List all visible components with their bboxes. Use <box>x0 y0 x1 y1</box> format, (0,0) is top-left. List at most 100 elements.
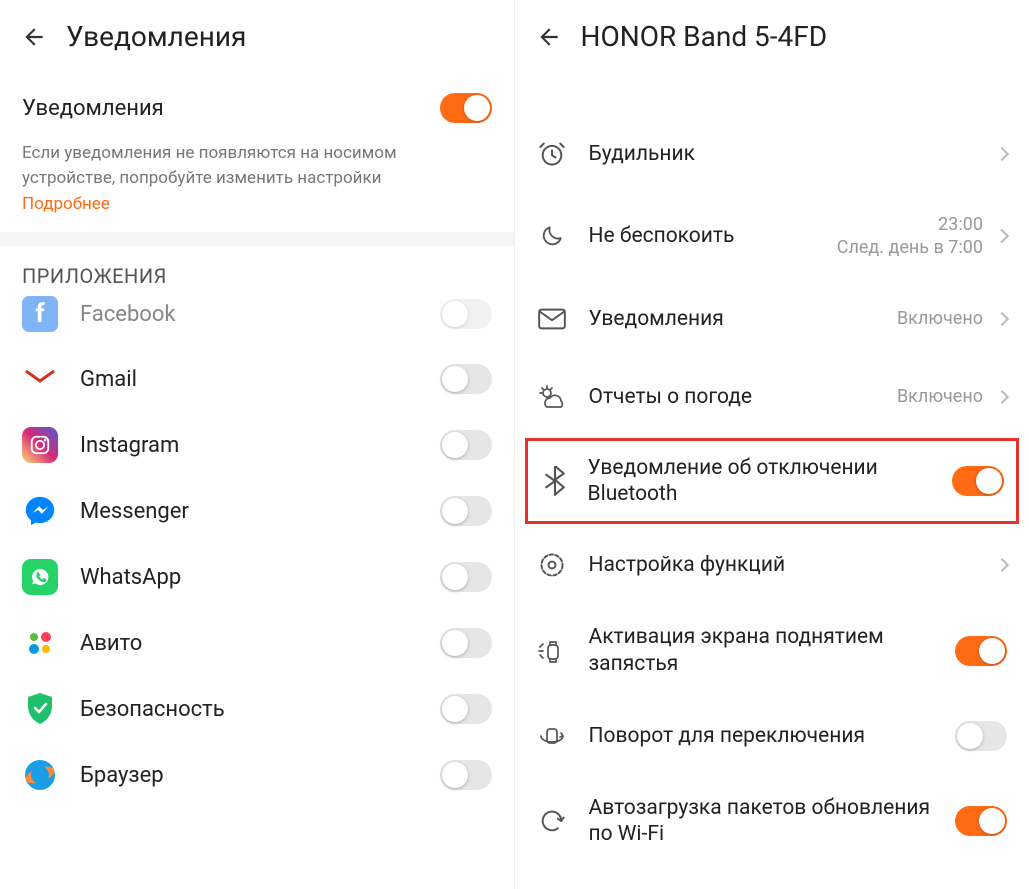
setting-value: Включено <box>897 307 983 330</box>
app-toggle[interactable] <box>440 628 492 658</box>
app-toggle[interactable] <box>440 496 492 526</box>
messenger-icon <box>22 493 58 529</box>
setting-toggle[interactable] <box>955 806 1007 836</box>
moon-icon-wrap <box>537 221 567 251</box>
gear-icon-wrap <box>537 550 567 580</box>
setting-row-refresh[interactable]: Автозагрузка пакетов обновления по Wi-Fi <box>515 775 1029 868</box>
notifications-toggle[interactable] <box>440 93 492 123</box>
app-label: Авито <box>80 631 440 656</box>
app-row-security[interactable]: Безопасность <box>0 676 514 742</box>
device-panel: HONOR Band 5-4FD Будильник Не беспокоить2… <box>515 0 1029 889</box>
setting-toggle[interactable] <box>955 721 1007 751</box>
setting-text: Будильник <box>589 141 990 167</box>
app-row-whatsapp[interactable]: WhatsApp <box>0 544 514 610</box>
app-toggle[interactable] <box>440 364 492 394</box>
help-block: Если уведомления не появляются на носимо… <box>0 141 514 232</box>
setting-label: Автозагрузка пакетов обновления по Wi-Fi <box>589 795 956 848</box>
app-row-facebook[interactable]: f Facebook <box>0 296 514 346</box>
setting-label: Активация экрана поднятием запястья <box>589 624 956 677</box>
setting-row-moon[interactable]: Не беспокоить23:00След. день в 7:00 <box>515 193 1029 280</box>
setting-text: Отчеты о погоде <box>589 384 897 410</box>
setting-value: Включено <box>897 385 983 408</box>
app-row-avito[interactable]: Авито <box>0 610 514 676</box>
security-icon <box>22 691 58 727</box>
help-text: Если уведомления не появляются на носимо… <box>22 141 492 190</box>
app-row-browser[interactable]: Браузер <box>0 742 514 808</box>
app-row-gmail[interactable]: Gmail <box>0 346 514 412</box>
section-divider <box>0 232 514 246</box>
app-label: Браузер <box>80 763 440 788</box>
back-button[interactable] <box>535 23 563 51</box>
setting-label: Уведомление об отключении Bluetooth <box>588 455 953 508</box>
setting-toggle[interactable] <box>955 636 1007 666</box>
setting-row-mail[interactable]: УведомленияВключено <box>515 280 1029 358</box>
setting-text: Активация экрана поднятием запястья <box>589 624 956 677</box>
setting-text: Настройка функций <box>589 552 990 578</box>
app-row-messenger[interactable]: Messenger <box>0 478 514 544</box>
wrist-icon-wrap <box>537 636 567 666</box>
mail-icon-wrap <box>537 304 567 334</box>
setting-label: Настройка функций <box>589 552 990 578</box>
moon-icon <box>539 223 565 249</box>
setting-label: Не беспокоить <box>589 223 837 249</box>
setting-row-weather[interactable]: Отчеты о погодеВключено <box>515 358 1029 436</box>
browser-icon <box>22 757 58 793</box>
notifications-toggle-row[interactable]: Уведомления <box>0 75 514 141</box>
setting-label: Будильник <box>589 141 990 167</box>
chevron-right-icon <box>995 147 1009 161</box>
app-toggle[interactable] <box>440 299 492 329</box>
app-toggle[interactable] <box>440 694 492 724</box>
apps-list: f Facebook Gmail Instagram Messenger WhatsApp… <box>0 296 514 808</box>
setting-text: Поворот для переключения <box>589 723 956 749</box>
app-toggle[interactable] <box>440 430 492 460</box>
setting-toggle[interactable] <box>952 466 1004 496</box>
setting-row-rotate[interactable]: Поворот для переключения <box>515 697 1029 775</box>
app-toggle[interactable] <box>440 760 492 790</box>
gear-icon <box>538 551 566 579</box>
whatsapp-icon <box>22 559 58 595</box>
setting-row-gear[interactable]: Настройка функций <box>515 526 1029 604</box>
app-label: WhatsApp <box>80 565 440 590</box>
app-row-instagram[interactable]: Instagram <box>0 412 514 478</box>
refresh-icon <box>538 807 566 835</box>
setting-value: 23:00След. день в 7:00 <box>837 213 983 260</box>
setting-label: Отчеты о погоде <box>589 384 897 410</box>
app-label: Facebook <box>80 302 440 327</box>
app-toggle[interactable] <box>440 562 492 592</box>
rotate-wrist-icon <box>537 723 567 749</box>
weather-icon-wrap <box>537 382 567 412</box>
help-link[interactable]: Подробнее <box>22 194 110 214</box>
alarm-icon <box>538 140 566 168</box>
mail-icon <box>538 308 566 330</box>
chevron-right-icon <box>995 558 1009 572</box>
gmail-icon <box>22 361 58 397</box>
instagram-icon <box>22 427 58 463</box>
header-left: Уведомления <box>0 0 514 75</box>
facebook-icon: f <box>22 296 58 332</box>
avito-icon <box>22 625 58 661</box>
alarm-icon-wrap <box>537 139 567 169</box>
chevron-right-icon <box>995 229 1009 243</box>
setting-row-bluetooth[interactable]: Уведомление об отключении Bluetooth <box>525 438 1020 525</box>
refresh-icon-wrap <box>537 806 567 836</box>
setting-text: Автозагрузка пакетов обновления по Wi-Fi <box>589 795 956 848</box>
apps-section-title: ПРИЛОЖЕНИЯ <box>0 246 514 296</box>
app-label: Gmail <box>80 367 440 392</box>
setting-text: Уведомление об отключении Bluetooth <box>588 455 953 508</box>
page-title: Уведомления <box>66 20 246 53</box>
back-button[interactable] <box>20 23 48 51</box>
weather-icon <box>537 385 567 409</box>
chevron-right-icon <box>995 312 1009 326</box>
notifications-panel: Уведомления Уведомления Если уведомления… <box>0 0 515 889</box>
setting-row-wrist[interactable]: Активация экрана поднятием запястья <box>515 604 1029 697</box>
wrist-raise-icon <box>537 637 567 665</box>
rotate-icon-wrap <box>537 721 567 751</box>
page-title: HONOR Band 5-4FD <box>581 20 828 53</box>
setting-row-alarm[interactable]: Будильник <box>515 115 1029 193</box>
setting-text: Уведомления <box>589 306 897 332</box>
notifications-toggle-label: Уведомления <box>22 96 440 121</box>
app-label: Instagram <box>80 433 440 458</box>
bluetooth-icon-wrap <box>540 466 570 496</box>
back-arrow-icon <box>536 24 562 50</box>
chevron-right-icon <box>995 390 1009 404</box>
